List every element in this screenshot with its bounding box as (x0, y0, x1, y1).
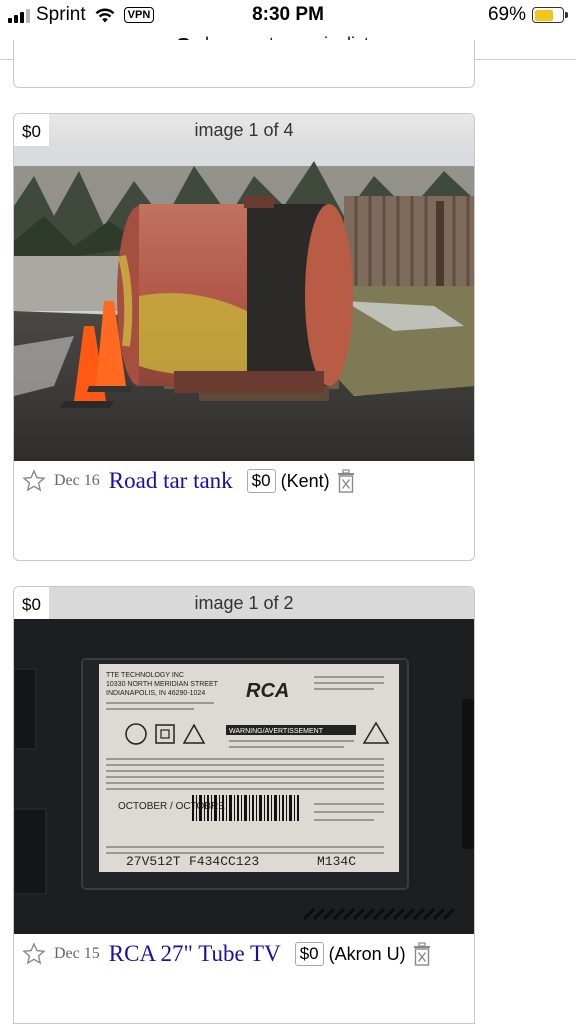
listing-title-link[interactable]: RCA 27" Tube TV (109, 941, 281, 967)
listing-date: Dec 15 (54, 945, 100, 962)
listing-photo[interactable] (14, 146, 474, 461)
previous-listing-card[interactable] (13, 40, 475, 88)
label-date-code: OCTOBER / OCTOBRE (118, 801, 225, 812)
status-right: 69% (487, 4, 568, 26)
listing-title-link[interactable]: Road tar tank (109, 468, 233, 494)
label-warning: WARNING/AVERTISSEMENT (229, 728, 324, 735)
listing-price: $0 (246, 469, 276, 493)
hide-trash-icon[interactable] (412, 942, 432, 966)
listing-date: Dec 16 (54, 472, 100, 489)
favorite-star-icon[interactable] (22, 469, 46, 493)
image-counter: image 1 of 4 (194, 120, 294, 140)
image-counter: image 1 of 2 (194, 593, 294, 613)
label-chassis: M134C (317, 854, 356, 869)
image-gallery[interactable]: image 1 of 4 $0 (14, 114, 474, 461)
listing-photo[interactable]: TTE TECHNOLOGY INC 10330 NORTH MERIDIAN … (14, 619, 474, 934)
listing-price: $0 (294, 942, 324, 966)
battery-icon (532, 7, 568, 23)
tar-tank-photo (14, 146, 474, 461)
listing-neighborhood: (Akron U) (328, 943, 406, 964)
label-address-1: 10330 NORTH MERIDIAN STREET (106, 681, 219, 688)
battery-percent: 69% (487, 4, 526, 25)
label-serial: F434CC123 (189, 854, 259, 869)
result-info: Dec 16 Road tar tank $0 (Kent) (14, 461, 474, 501)
label-address-2: INDIANAPOLIS, IN 46290-1024 (106, 690, 205, 697)
label-company: TTE TECHNOLOGY INC (106, 672, 184, 679)
image-gallery[interactable]: image 1 of 2 $0 TTE TECHNOLOGY INC 10330… (14, 587, 474, 934)
listing-neighborhood: (Kent) (280, 470, 330, 491)
hide-trash-icon[interactable] (336, 469, 356, 493)
price-badge: $0 (14, 587, 49, 623)
status-bar: Sprint VPN 8:30 PM 69% (0, 0, 576, 30)
price-badge: $0 (14, 114, 49, 150)
result-info: Dec 15 RCA 27" Tube TV $0 (Akron U) (14, 934, 474, 974)
listing-card[interactable]: image 1 of 4 $0 Dec 16 Road tar tank $0 … (13, 113, 475, 561)
tv-label-photo: TTE TECHNOLOGY INC 10330 NORTH MERIDIAN … (14, 619, 474, 934)
listing-card[interactable]: image 1 of 2 $0 TTE TECHNOLOGY INC 10330… (13, 586, 475, 1024)
favorite-star-icon[interactable] (22, 942, 46, 966)
label-brand: RCA (246, 680, 289, 702)
label-model: 27V512T (126, 854, 181, 869)
